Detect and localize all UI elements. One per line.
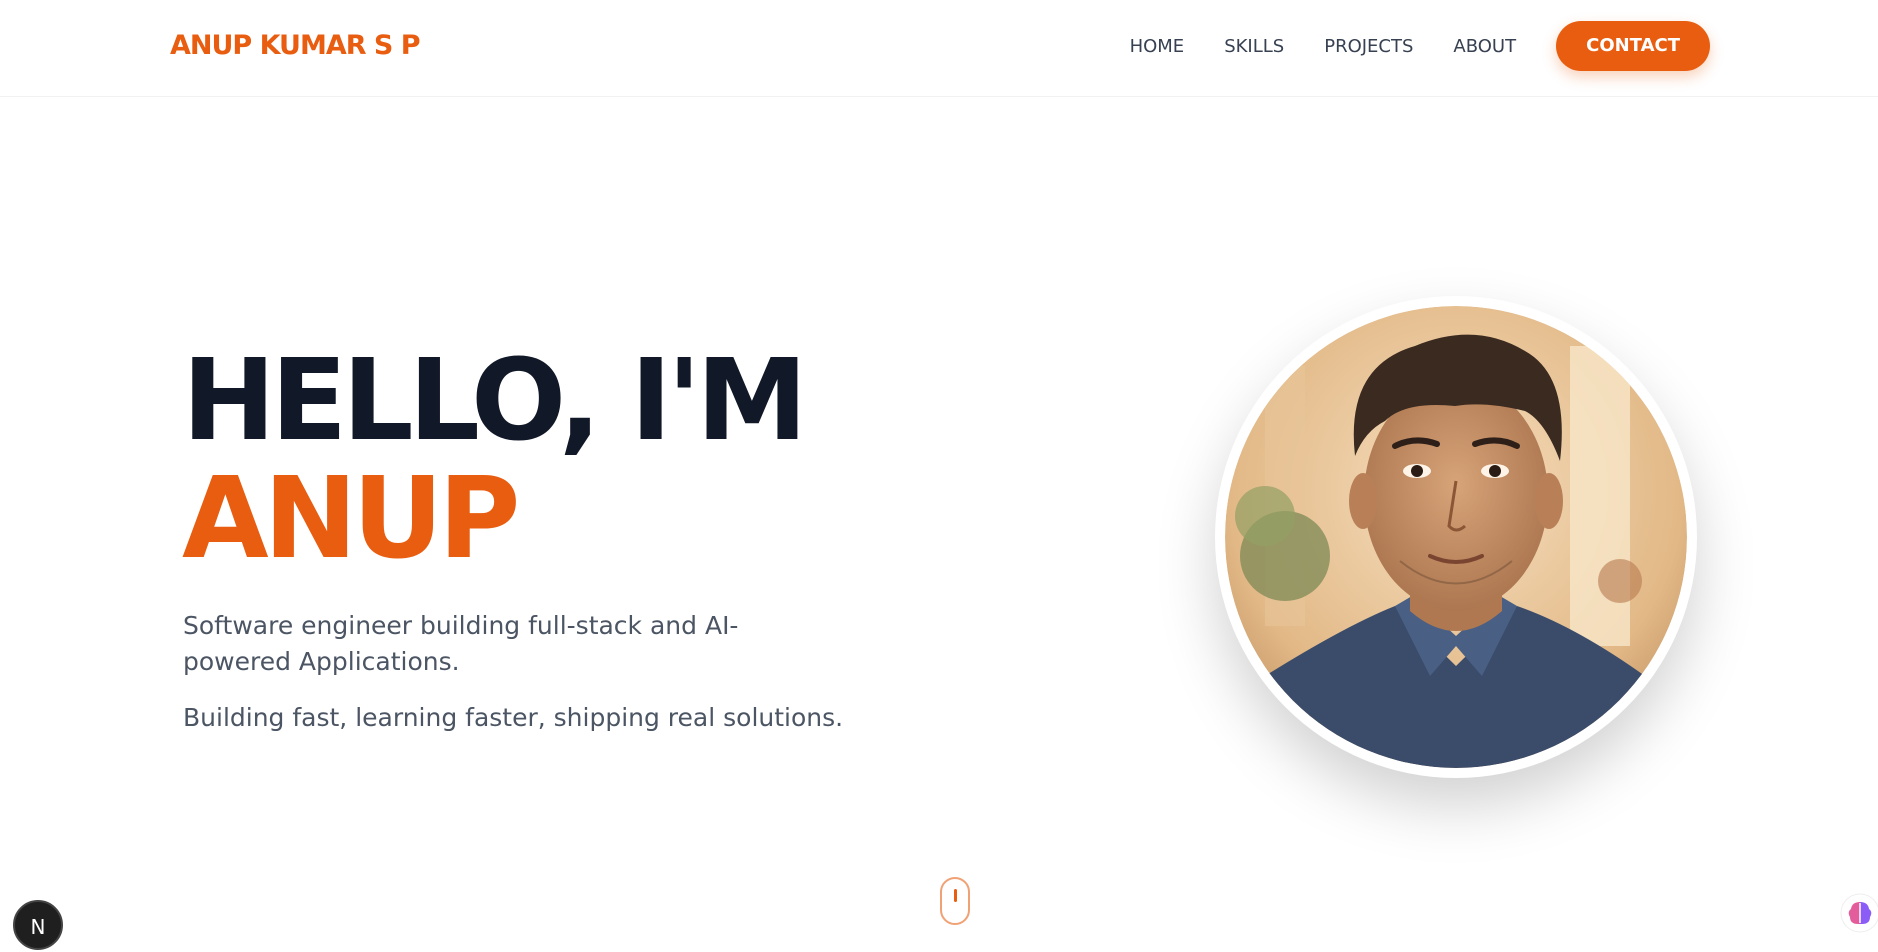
brain-icon[interactable] bbox=[1840, 893, 1878, 933]
contact-button[interactable]: CONTACT bbox=[1556, 21, 1710, 71]
profile-avatar bbox=[1215, 296, 1697, 778]
nav-home[interactable]: HOME bbox=[1130, 36, 1185, 57]
hero-greeting: HELLO, I'M bbox=[182, 336, 808, 466]
site-header: ANUP KUMAR S P HOME SKILLS PROJECTS ABOU… bbox=[0, 0, 1878, 97]
site-logo[interactable]: ANUP KUMAR S P bbox=[170, 30, 421, 61]
scroll-wheel-dot bbox=[954, 889, 957, 902]
next-dev-badge[interactable]: N bbox=[13, 900, 63, 950]
mouse-scroll-icon[interactable] bbox=[940, 877, 970, 925]
hero-sub-tagline: Building fast, learning faster, shipping… bbox=[183, 703, 844, 732]
main-nav: HOME SKILLS PROJECTS ABOUT CONTACT bbox=[1130, 21, 1710, 71]
nav-projects[interactable]: PROJECTS bbox=[1324, 36, 1413, 57]
avatar-illustration bbox=[1225, 306, 1687, 768]
nav-about[interactable]: ABOUT bbox=[1453, 36, 1516, 57]
hero-name: ANUP bbox=[182, 454, 520, 584]
nav-skills[interactable]: SKILLS bbox=[1224, 36, 1284, 57]
hero-tagline: Software engineer building full-stack an… bbox=[183, 611, 739, 676]
